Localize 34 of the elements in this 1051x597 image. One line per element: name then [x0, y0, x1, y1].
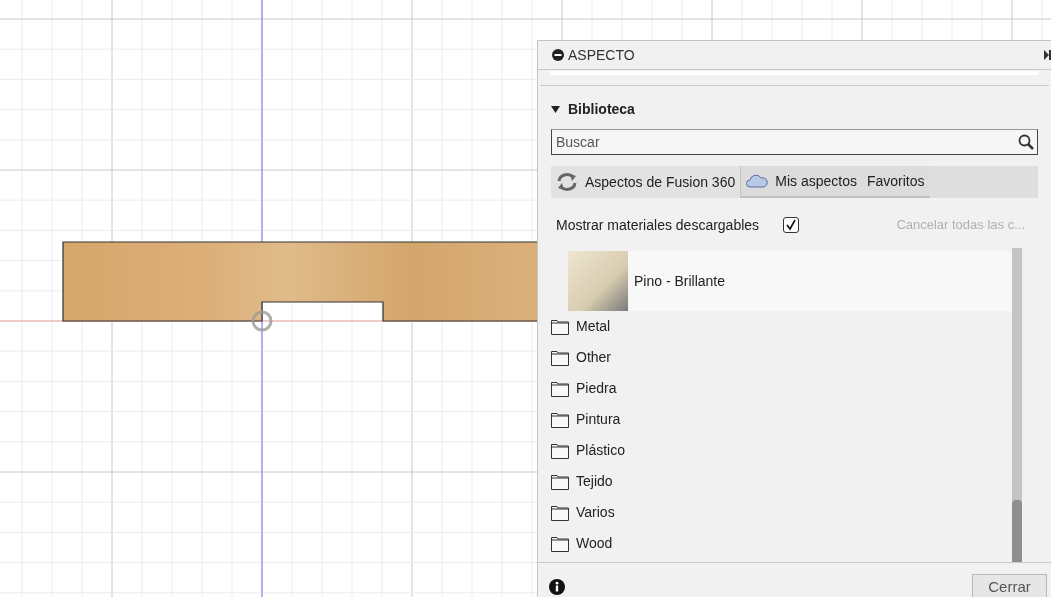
info-icon[interactable] — [549, 579, 565, 595]
folder-icon — [551, 349, 569, 366]
folder-item[interactable]: Metal — [576, 316, 611, 337]
search-icon — [1018, 134, 1034, 150]
checkbox[interactable] — [783, 217, 800, 233]
folder-item[interactable]: Tejido — [576, 471, 613, 492]
folder-icon — [551, 411, 569, 428]
folder-item[interactable]: Varios — [576, 502, 615, 523]
collapse-icon — [552, 49, 564, 61]
refresh-icon — [556, 172, 578, 192]
material-item[interactable]: Pino - Brillante — [568, 251, 1012, 311]
scrollbar-thumb[interactable] — [1012, 500, 1022, 562]
close-button[interactable]: Cerrar — [972, 574, 1047, 597]
library-tab[interactable]: Aspectos de Fusion 360 — [551, 166, 742, 198]
folder-icon — [551, 535, 569, 552]
cloud-icon — [746, 174, 769, 188]
folder-item[interactable]: Wood — [576, 533, 613, 554]
folder-item[interactable]: Piedra — [576, 378, 617, 399]
checkbox-label: Mostrar materiales descargables — [556, 215, 760, 235]
search-field[interactable]: Buscar — [551, 129, 1038, 155]
scrollbar-track[interactable] — [1012, 248, 1022, 562]
library-section-header[interactable]: Biblioteca — [538, 98, 1051, 120]
folder-item[interactable]: Pintura — [576, 409, 621, 430]
folder-icon — [551, 380, 569, 397]
panel-title: ASPECTO — [568, 45, 635, 65]
material-thumbnail — [568, 251, 628, 311]
checkmark-icon — [785, 219, 798, 231]
folder-item[interactable]: Other — [576, 347, 611, 368]
folder-icon — [551, 504, 569, 521]
folder-icon — [551, 473, 569, 490]
folder-icon — [551, 318, 569, 335]
folder-icon — [551, 442, 569, 459]
expand-icon[interactable] — [1044, 50, 1051, 60]
folder-item[interactable]: Plástico — [576, 440, 626, 461]
